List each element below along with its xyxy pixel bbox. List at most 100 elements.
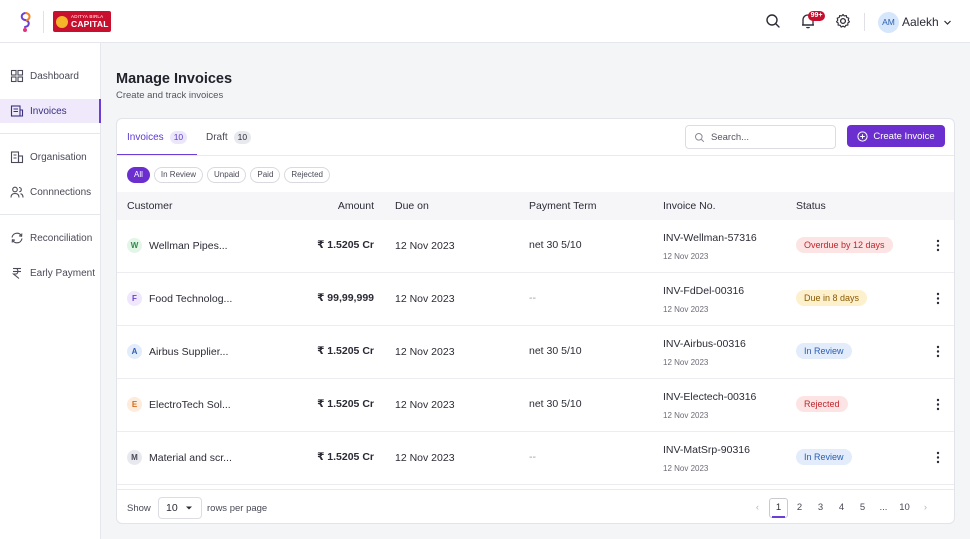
sidebar-item-connections[interactable]: Connnections <box>0 180 101 204</box>
more-options-icon[interactable] <box>934 238 942 253</box>
customer-initial-badge: M <box>127 450 142 465</box>
column-header-amount[interactable]: Amount <box>338 200 374 212</box>
payment-term: -- <box>529 292 536 304</box>
invoice-amount: ₹ 1.5205 Cr <box>317 239 374 251</box>
table-row[interactable]: E ElectroTech Sol... ₹ 1.5205 Cr 12 Nov 202… <box>117 379 954 432</box>
due-date: 12 Nov 2023 <box>395 346 455 358</box>
due-date: 12 Nov 2023 <box>395 293 455 305</box>
page-ellipsis: ... <box>879 502 888 513</box>
brand-logo: ADITYA BIRLA CAPITAL <box>53 11 111 32</box>
brand-line-2: CAPITAL <box>71 18 109 29</box>
due-date: 12 Nov 2023 <box>395 240 455 252</box>
invoice-number[interactable]: INV-Electech-00316 <box>663 391 756 403</box>
invoices-card: Invoices 10 Draft 10 Search... Create In… <box>116 118 955 524</box>
column-header-due-on[interactable]: Due on <box>395 200 429 212</box>
gear-icon[interactable] <box>834 12 852 30</box>
filter-chip-paid[interactable]: Paid <box>250 167 281 183</box>
status-badge: Due in 8 days <box>796 290 868 306</box>
page-button[interactable]: 2 <box>789 498 810 518</box>
sidebar-item-label: Connnections <box>30 186 92 198</box>
column-header-customer[interactable]: Customer <box>127 200 173 212</box>
status-filter-chips: All In Review Unpaid Paid Rejected <box>127 167 330 183</box>
invoice-amount: ₹ 99,99,999 <box>317 292 374 304</box>
due-date: 12 Nov 2023 <box>395 399 455 411</box>
customer-name[interactable]: Wellman Pipes... <box>149 240 228 252</box>
page-button[interactable]: 10 <box>894 498 915 518</box>
page-button[interactable]: 5 <box>852 498 873 518</box>
topbar-divider <box>864 13 865 31</box>
status-badge: Rejected <box>796 396 848 412</box>
user-name: Aalekh <box>902 15 939 29</box>
status-badge: Overdue by 12 days <box>796 237 893 253</box>
caret-down-icon <box>185 506 192 510</box>
customer-initial-badge: F <box>127 291 142 306</box>
customer-name[interactable]: Material and scr... <box>149 452 232 464</box>
column-header-status[interactable]: Status <box>796 200 826 212</box>
invoice-date: 12 Nov 2023 <box>663 411 709 420</box>
payment-term: net 30 5/10 <box>529 345 582 357</box>
invoice-number[interactable]: INV-FdDel-00316 <box>663 285 744 297</box>
sidebar-item-label: Early Payment <box>30 267 96 279</box>
filter-chip-rejected[interactable]: Rejected <box>284 167 330 183</box>
customer-initial-badge: W <box>127 238 142 253</box>
users-icon <box>10 186 24 198</box>
search-input[interactable]: Search... <box>685 125 836 149</box>
customer-name[interactable]: Airbus Supplier... <box>149 346 228 358</box>
tab-invoices[interactable]: Invoices 10 <box>117 119 198 156</box>
invoice-date: 12 Nov 2023 <box>663 464 709 473</box>
table-row[interactable]: M Material and scr... ₹ 1.5205 Cr 12 Nov 20… <box>117 432 954 485</box>
table-row[interactable]: A Airbus Supplier... ₹ 1.5205 Cr 12 Nov 202… <box>117 326 954 379</box>
app-logo-icon[interactable] <box>18 11 34 33</box>
filter-chip-in-review[interactable]: In Review <box>153 167 204 183</box>
grid-icon <box>10 69 24 83</box>
brand-sun-icon <box>56 15 68 28</box>
rows-per-page-select[interactable]: 10 <box>158 497 202 519</box>
customer-name[interactable]: ElectroTech Sol... <box>149 399 231 411</box>
chevron-down-icon <box>943 20 951 25</box>
more-options-icon[interactable] <box>934 344 942 359</box>
tabs-divider <box>117 155 954 156</box>
sidebar-item-label: Reconciliation <box>30 232 93 244</box>
sidebar-item-dashboard[interactable]: Dashboard <box>0 64 101 88</box>
tab-count-badge: 10 <box>169 131 188 144</box>
page-button[interactable]: 1 <box>769 498 788 518</box>
sidebar-item-organisation[interactable]: Organisation <box>0 145 101 169</box>
more-options-icon[interactable] <box>934 450 942 465</box>
next-page-icon[interactable]: › <box>915 498 936 518</box>
filter-chip-unpaid[interactable]: Unpaid <box>207 167 247 183</box>
sidebar: Dashboard Invoices Organisation Connnect… <box>0 43 101 539</box>
invoice-amount: ₹ 1.5205 Cr <box>317 345 374 357</box>
tab-draft[interactable]: Draft 10 <box>196 119 261 156</box>
table-row[interactable]: F Food Technolog... ₹ 99,99,999 12 Nov 2023… <box>117 273 954 326</box>
refresh-icon <box>11 232 23 244</box>
page-button[interactable]: 4 <box>831 498 852 518</box>
tab-count-badge: 10 <box>233 131 252 144</box>
column-header-invoice-no[interactable]: Invoice No. <box>663 200 716 212</box>
filter-chip-all[interactable]: All <box>127 167 150 183</box>
table-footer: Show 10 rows per page ‹ 1 2 3 4 5 ... 10… <box>117 489 954 523</box>
sidebar-item-early-payment[interactable]: Early Payment <box>0 261 101 285</box>
create-invoice-button[interactable]: Create Invoice <box>847 125 945 147</box>
sidebar-item-reconciliation[interactable]: Reconciliation <box>0 226 101 250</box>
building-icon <box>10 151 24 164</box>
page-button[interactable]: 3 <box>810 498 831 518</box>
sidebar-divider <box>0 133 101 134</box>
payment-term: net 30 5/10 <box>529 239 582 251</box>
table-row[interactable]: W Wellman Pipes... ₹ 1.5205 Cr 12 Nov 2023 n… <box>117 220 954 273</box>
logo-divider <box>43 11 44 33</box>
notification-badge: 99+ <box>808 11 825 21</box>
sidebar-item-invoices[interactable]: Invoices <box>0 99 101 123</box>
invoice-number[interactable]: INV-Wellman-57316 <box>663 232 757 244</box>
invoice-number[interactable]: INV-MatSrp-90316 <box>663 444 750 456</box>
invoice-number[interactable]: INV-Airbus-00316 <box>663 338 746 350</box>
search-icon[interactable] <box>764 12 782 30</box>
column-header-payment-term[interactable]: Payment Term <box>529 200 597 212</box>
more-options-icon[interactable] <box>934 397 942 412</box>
sidebar-item-label: Dashboard <box>30 70 79 82</box>
customer-name[interactable]: Food Technolog... <box>149 293 232 305</box>
status-badge: In Review <box>796 449 852 465</box>
prev-page-icon[interactable]: ‹ <box>747 498 768 518</box>
user-menu[interactable]: AM Aalekh <box>878 11 952 33</box>
more-options-icon[interactable] <box>934 291 942 306</box>
invoice-amount: ₹ 1.5205 Cr <box>317 398 374 410</box>
